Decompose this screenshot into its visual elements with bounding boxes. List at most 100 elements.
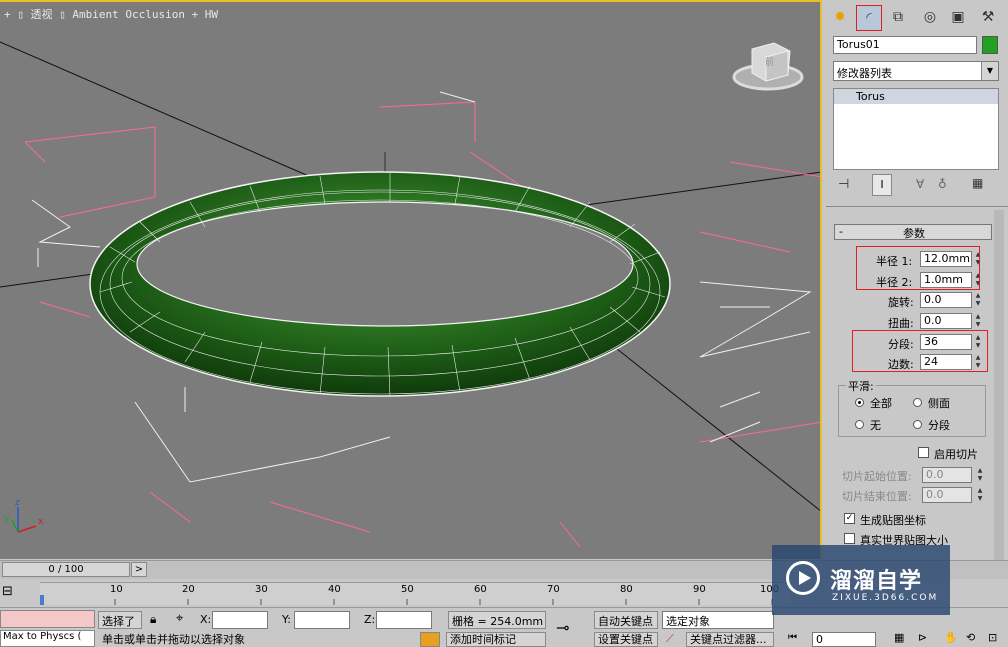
motion-icon[interactable]: ◎: [918, 5, 942, 29]
axis-z-label: z: [15, 498, 20, 508]
panel-scrollbar[interactable]: [994, 210, 1004, 560]
maxscript-line[interactable]: Max to Physcs (: [0, 630, 95, 647]
smooth-none-label[interactable]: 无: [870, 417, 881, 433]
object-color-swatch[interactable]: [982, 36, 998, 54]
real-world-checkbox[interactable]: [844, 533, 855, 544]
twist-label: 扭曲:: [888, 317, 914, 330]
x-coord-input[interactable]: [212, 611, 268, 629]
track-bar-menu-icon[interactable]: ⊟: [2, 584, 13, 599]
rotation-input[interactable]: 0.0: [920, 292, 972, 308]
smooth-segment-radio[interactable]: [913, 420, 922, 429]
perspective-viewport[interactable]: + ▯ 透视 ▯ Ambient Occlusion + HW 前 z x y: [0, 0, 822, 559]
slice-from-spinner[interactable]: ▲ ▼: [976, 467, 984, 483]
rotation-spinner[interactable]: ▲ ▼: [974, 292, 982, 308]
tick-10: 10: [110, 584, 123, 595]
maxscript-listener[interactable]: [0, 610, 95, 628]
create-icon[interactable]: ✸: [828, 5, 852, 29]
twist-input[interactable]: 0.0: [920, 313, 972, 329]
track-bar[interactable]: ⊟ 10 20 30 40 50 60 70 80 90 100: [0, 579, 790, 607]
divider: [826, 206, 1008, 207]
modifier-stack[interactable]: Torus: [833, 88, 999, 170]
viewcube-face-label[interactable]: 前: [765, 55, 774, 68]
axis-y-label: y: [4, 514, 10, 524]
twist-spinner[interactable]: ▲ ▼: [974, 313, 982, 329]
watermark: 溜溜自学 ZIXUE.3D66.COM: [772, 545, 950, 615]
slice-on-label[interactable]: 启用切片: [934, 446, 978, 462]
hierarchy-icon[interactable]: ⧉: [886, 5, 910, 29]
gen-mapping-checkbox[interactable]: ✓: [844, 513, 855, 524]
next-frame-button[interactable]: >: [131, 562, 147, 577]
smooth-sides-radio[interactable]: [913, 398, 922, 407]
absolute-mode-icon[interactable]: ⌖: [176, 611, 183, 626]
z-coord-input[interactable]: [376, 611, 432, 629]
tick-90: 90: [693, 584, 706, 595]
rotation-label: 旋转:: [888, 296, 914, 309]
z-label: Z:: [364, 613, 376, 626]
zoom-icon[interactable]: ⊳: [918, 631, 927, 644]
grid-size-readout: 栅格 = 254.0mm: [448, 611, 546, 629]
selection-status: 选择了: [98, 611, 142, 629]
key-filter-icon[interactable]: ⟋: [666, 632, 674, 646]
orbit-icon[interactable]: ⟲: [966, 631, 975, 644]
modifier-list-dropdown[interactable]: 修改器列表 ▼: [833, 61, 999, 81]
make-unique-icon[interactable]: ∀: [916, 177, 924, 191]
slice-from-input[interactable]: 0.0: [922, 467, 972, 483]
utilities-icon[interactable]: ⚒: [976, 5, 1000, 29]
slice-to-input[interactable]: 0.0: [922, 487, 972, 503]
selection-set-dropdown[interactable]: 选定对象: [662, 611, 774, 629]
tick-60: 60: [474, 584, 487, 595]
slice-to-label: 切片结束位置:: [842, 490, 912, 503]
smooth-sides-label[interactable]: 侧面: [928, 395, 950, 411]
parameters-rollout-header[interactable]: - 参数: [834, 224, 992, 240]
key-filters-button[interactable]: 关键点过滤器...: [686, 632, 774, 647]
axis-gizmo: [11, 507, 37, 533]
tick-80: 80: [620, 584, 633, 595]
tick-50: 50: [401, 584, 414, 595]
smooth-all-label[interactable]: 全部: [870, 395, 892, 411]
show-end-result-icon[interactable]: I: [872, 174, 892, 196]
smooth-segment-label[interactable]: 分段: [928, 417, 950, 433]
modifier-list-label: 修改器列表: [837, 67, 892, 80]
smooth-all-radio[interactable]: [855, 398, 864, 407]
selection-set-label: 选定对象: [666, 615, 710, 628]
auto-key-button[interactable]: 自动关键点: [594, 611, 658, 629]
highlight-segments: [852, 330, 988, 372]
display-icon[interactable]: ▣: [946, 5, 970, 29]
add-time-tag-button[interactable]: 添加时间标记: [446, 632, 546, 647]
collapse-icon[interactable]: -: [839, 225, 843, 238]
time-slider[interactable]: 0 / 100: [2, 562, 130, 577]
slice-on-checkbox[interactable]: [918, 447, 929, 458]
watermark-url: ZIXUE.3D66.COM: [832, 593, 939, 603]
gen-mapping-label[interactable]: 生成贴图坐标: [860, 512, 926, 528]
tick-20: 20: [182, 584, 195, 595]
prompt-line: 单击或单击并拖动以选择对象: [102, 633, 245, 646]
tick-30: 30: [255, 584, 268, 595]
frame-counter: 0 / 100: [48, 564, 84, 575]
torus-object: [89, 171, 671, 397]
rollout-title: 参数: [903, 227, 925, 240]
viewport-label[interactable]: + ▯ 透视 ▯ Ambient Occlusion + HW: [4, 6, 218, 22]
pan-icon[interactable]: ✋: [944, 631, 958, 644]
stack-item-torus[interactable]: Torus: [834, 89, 998, 104]
key-icon[interactable]: ⊸: [556, 618, 569, 637]
time-tag-icon[interactable]: [420, 632, 440, 647]
current-frame-input[interactable]: 0: [812, 632, 876, 647]
smooth-none-radio[interactable]: [855, 420, 864, 429]
set-key-button[interactable]: 设置关键点: [594, 632, 658, 647]
time-config-icon[interactable]: ▦: [894, 631, 904, 644]
go-to-start-icon[interactable]: ⏮: [788, 632, 797, 643]
viewport-scene[interactable]: [0, 2, 822, 559]
y-coord-input[interactable]: [294, 611, 350, 629]
slice-to-spinner[interactable]: ▲ ▼: [976, 487, 984, 503]
remove-modifier-icon[interactable]: ♁: [938, 177, 947, 191]
pin-stack-icon[interactable]: ⊣: [838, 177, 849, 192]
modify-icon[interactable]: ◜: [856, 5, 882, 31]
tick-70: 70: [547, 584, 560, 595]
configure-sets-icon[interactable]: ▦: [972, 176, 983, 190]
track-ruler[interactable]: 10 20 30 40 50 60 70 80 90 100: [40, 582, 790, 605]
play-logo-icon: [786, 561, 820, 595]
maximize-viewport-icon[interactable]: ⊡: [988, 631, 997, 644]
lock-icon[interactable]: 🔒︎: [150, 612, 156, 627]
chevron-down-icon[interactable]: ▼: [981, 62, 998, 80]
object-name-field[interactable]: Torus01: [833, 36, 977, 54]
